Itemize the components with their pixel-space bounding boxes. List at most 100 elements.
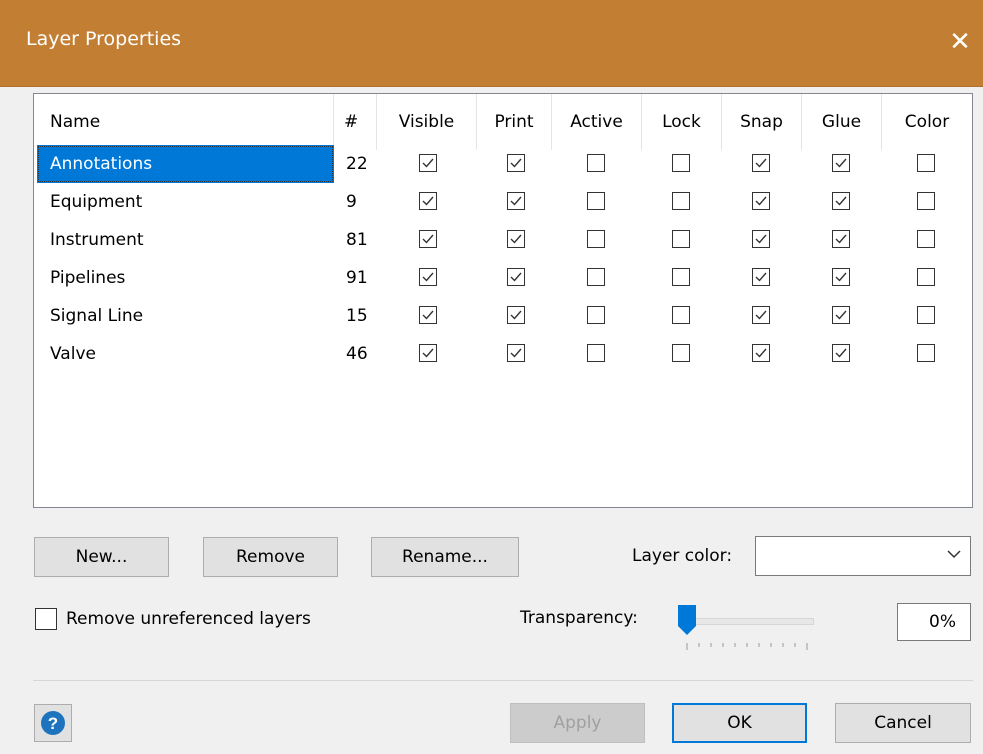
checkmark-icon	[755, 158, 767, 168]
glue-checkbox[interactable]	[832, 154, 850, 172]
title-bar[interactable]: Layer Properties ✕	[0, 0, 983, 87]
table-row[interactable]: Equipment 9	[34, 183, 972, 221]
color-checkbox[interactable]	[917, 344, 935, 362]
checkmark-icon	[835, 348, 847, 358]
active-checkbox[interactable]	[587, 230, 605, 248]
layer-name[interactable]: Pipelines	[37, 259, 334, 297]
column-header-glue[interactable]: Glue	[802, 94, 882, 150]
layer-shape-count: 91	[346, 268, 368, 288]
color-checkbox[interactable]	[917, 268, 935, 286]
visible-checkbox[interactable]	[419, 306, 437, 324]
active-checkbox[interactable]	[587, 154, 605, 172]
visible-checkbox[interactable]	[419, 230, 437, 248]
checkmark-icon	[510, 234, 522, 244]
lock-checkbox[interactable]	[672, 306, 690, 324]
snap-checkbox[interactable]	[752, 344, 770, 362]
layer-shape-count: 46	[346, 344, 368, 364]
transparency-value-field[interactable]: 0%	[897, 603, 971, 641]
table-row[interactable]: Instrument 81	[34, 221, 972, 259]
snap-checkbox[interactable]	[752, 230, 770, 248]
table-row[interactable]: Pipelines 91	[34, 259, 972, 297]
new-button[interactable]: New...	[34, 537, 169, 577]
layer-name[interactable]: Annotations	[37, 145, 334, 183]
active-checkbox[interactable]	[587, 192, 605, 210]
help-button[interactable]: ?	[34, 704, 72, 742]
print-checkbox[interactable]	[507, 344, 525, 362]
print-checkbox[interactable]	[507, 268, 525, 286]
checkmark-icon	[422, 234, 434, 244]
active-checkbox[interactable]	[587, 268, 605, 286]
print-checkbox[interactable]	[507, 192, 525, 210]
column-header-snap[interactable]: Snap	[722, 94, 802, 150]
snap-checkbox[interactable]	[752, 154, 770, 172]
checkmark-icon	[835, 196, 847, 206]
table-row[interactable]: Annotations 22	[34, 145, 972, 183]
column-header-color[interactable]: Color	[882, 94, 972, 150]
snap-checkbox[interactable]	[752, 192, 770, 210]
apply-button[interactable]: Apply	[510, 703, 645, 743]
glue-checkbox[interactable]	[832, 306, 850, 324]
divider	[33, 680, 973, 681]
svg-text:?: ?	[48, 714, 58, 733]
print-checkbox[interactable]	[507, 306, 525, 324]
close-icon[interactable]: ✕	[940, 20, 980, 64]
layer-name[interactable]: Signal Line	[37, 297, 334, 335]
glue-checkbox[interactable]	[832, 268, 850, 286]
visible-checkbox[interactable]	[419, 344, 437, 362]
checkmark-icon	[422, 348, 434, 358]
visible-checkbox[interactable]	[419, 268, 437, 286]
remove-button[interactable]: Remove	[203, 537, 338, 577]
table-row[interactable]: Valve 46	[34, 335, 972, 373]
glue-checkbox[interactable]	[832, 344, 850, 362]
lock-checkbox[interactable]	[672, 268, 690, 286]
snap-checkbox[interactable]	[752, 268, 770, 286]
glue-checkbox[interactable]	[832, 192, 850, 210]
visible-checkbox[interactable]	[419, 192, 437, 210]
cancel-button[interactable]: Cancel	[835, 703, 971, 743]
lock-checkbox[interactable]	[672, 344, 690, 362]
transparency-slider-track[interactable]	[688, 618, 814, 625]
active-checkbox[interactable]	[587, 344, 605, 362]
checkmark-icon	[755, 234, 767, 244]
glue-checkbox[interactable]	[832, 230, 850, 248]
column-header-count[interactable]: #	[334, 94, 377, 150]
transparency-label: Transparency:	[520, 608, 638, 628]
checkmark-icon	[422, 310, 434, 320]
column-header-active[interactable]: Active	[552, 94, 642, 150]
checkmark-icon	[422, 196, 434, 206]
layer-shape-count: 15	[346, 306, 368, 326]
layer-list[interactable]: Name # Visible Print Active Lock Snap Gl…	[33, 93, 973, 508]
print-checkbox[interactable]	[507, 154, 525, 172]
layer-name[interactable]: Instrument	[37, 221, 334, 259]
ok-button[interactable]: OK	[672, 703, 807, 743]
print-checkbox[interactable]	[507, 230, 525, 248]
column-header-lock[interactable]: Lock	[642, 94, 722, 150]
transparency-slider-thumb[interactable]	[677, 604, 697, 636]
color-checkbox[interactable]	[917, 192, 935, 210]
color-checkbox[interactable]	[917, 306, 935, 324]
layer-name[interactable]: Equipment	[37, 183, 334, 221]
checkmark-icon	[510, 196, 522, 206]
remove-unreferenced-label[interactable]: Remove unreferenced layers	[66, 609, 311, 629]
layer-shape-count: 9	[346, 192, 357, 212]
layer-color-dropdown[interactable]	[755, 536, 971, 576]
column-header-name[interactable]: Name	[34, 94, 334, 150]
layer-name[interactable]: Valve	[37, 335, 334, 373]
table-row[interactable]: Signal Line 15	[34, 297, 972, 335]
checkmark-icon	[510, 310, 522, 320]
rename-button[interactable]: Rename...	[371, 537, 519, 577]
checkmark-icon	[755, 310, 767, 320]
column-header-visible[interactable]: Visible	[377, 94, 477, 150]
color-checkbox[interactable]	[917, 154, 935, 172]
lock-checkbox[interactable]	[672, 192, 690, 210]
column-header-print[interactable]: Print	[477, 94, 552, 150]
chevron-down-icon	[947, 550, 961, 559]
lock-checkbox[interactable]	[672, 230, 690, 248]
snap-checkbox[interactable]	[752, 306, 770, 324]
active-checkbox[interactable]	[587, 306, 605, 324]
lock-checkbox[interactable]	[672, 154, 690, 172]
color-checkbox[interactable]	[917, 230, 935, 248]
visible-checkbox[interactable]	[419, 154, 437, 172]
remove-unreferenced-checkbox[interactable]	[35, 608, 57, 630]
slider-ticks	[686, 643, 808, 650]
